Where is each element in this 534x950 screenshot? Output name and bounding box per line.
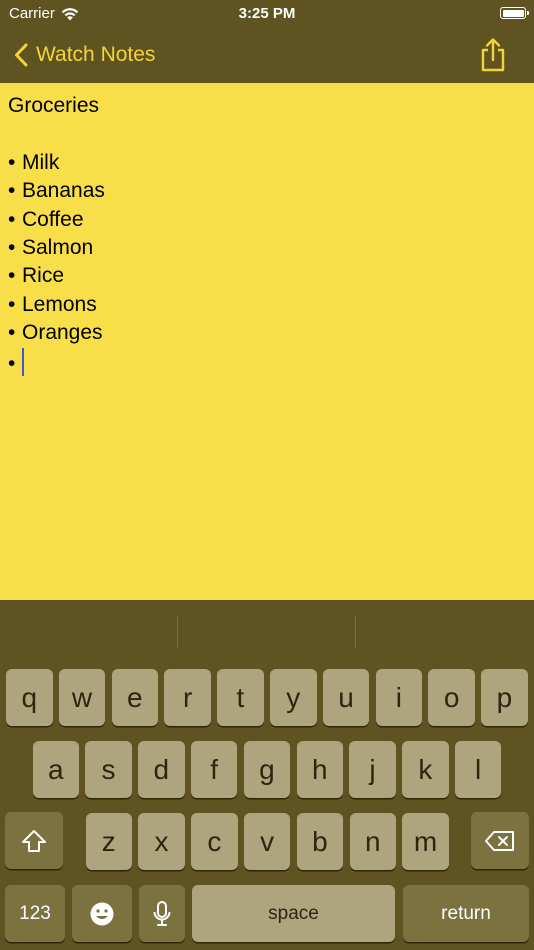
note-title: Groceries (8, 94, 100, 117)
note-list-item-text: Salmon (22, 235, 94, 259)
bullet: • (8, 292, 16, 316)
delete-icon (485, 830, 514, 851)
key-g[interactable]: g (243, 741, 291, 798)
suggestion-divider (355, 616, 356, 648)
note-editor[interactable]: Groceries • Milk • Bananas • Coffee • Salmon • Ri… (0, 83, 534, 600)
note-list-item: • Rice (8, 262, 526, 290)
bullet: • (8, 264, 16, 288)
numbers-key[interactable]: 123 (5, 885, 65, 942)
key-m[interactable]: m (402, 813, 449, 870)
chevron-left-icon (15, 43, 28, 67)
key-u[interactable]: u (322, 669, 370, 726)
key-q[interactable]: q (6, 669, 53, 726)
status-time: 3:25 PM (238, 5, 296, 22)
note-list-item-text: Lemons (22, 292, 97, 316)
battery-icon (500, 7, 529, 19)
note-list-item: • Salmon (8, 234, 526, 262)
note-list-item-text: Rice (22, 264, 65, 288)
key-y[interactable]: y (270, 669, 317, 726)
wifi-icon (61, 7, 79, 20)
return-key[interactable]: return (403, 885, 529, 942)
suggestion-divider (177, 616, 178, 648)
note-empty-bullet-line: • (8, 347, 526, 376)
bullet: • (8, 351, 16, 375)
key-r[interactable]: r (164, 669, 211, 726)
key-d[interactable]: d (138, 741, 185, 798)
note-list-item-text: Milk (22, 150, 60, 174)
key-f[interactable]: f (190, 741, 238, 798)
key-a[interactable]: a (32, 741, 79, 798)
key-t[interactable]: t (217, 669, 264, 726)
text-cursor (22, 347, 24, 376)
note-list-item: • Lemons (8, 291, 526, 319)
bullet: • (8, 207, 16, 231)
key-x[interactable]: x (138, 813, 185, 870)
key-c[interactable]: c (191, 813, 238, 870)
note-list-item: • Milk (8, 149, 526, 177)
key-s[interactable]: s (85, 741, 132, 798)
microphone-icon (153, 900, 171, 926)
key-w[interactable]: w (58, 669, 106, 726)
carrier-indicator: Carrier (9, 5, 79, 22)
note-list-item: • Coffee (8, 206, 526, 234)
share-button[interactable] (478, 37, 508, 73)
microphone-key[interactable] (139, 885, 185, 942)
key-z[interactable]: z (85, 813, 132, 870)
bullet: • (8, 150, 16, 174)
suggestion-bar (0, 600, 534, 664)
navigation-bar: Watch Notes (0, 28, 534, 83)
note-list-item: • Oranges (8, 319, 526, 347)
emoji-icon (90, 902, 114, 925)
shift-key[interactable] (5, 812, 63, 869)
space-key[interactable]: space (192, 885, 395, 942)
key-j[interactable]: j (349, 741, 396, 798)
key-p[interactable]: p (481, 669, 528, 726)
back-button[interactable]: Watch Notes (14, 38, 155, 72)
bullet: • (8, 321, 16, 345)
note-list-item-text: Coffee (22, 207, 84, 231)
emoji-key[interactable] (72, 885, 132, 942)
key-l[interactable]: l (454, 741, 502, 798)
bullet: • (8, 179, 16, 203)
note-list-item: • Bananas (8, 177, 526, 205)
key-b[interactable]: b (296, 813, 344, 870)
back-button-label: Watch Notes (36, 43, 156, 66)
status-bar: Carrier 3:25 PM (0, 0, 534, 28)
bullet: • (8, 235, 16, 259)
carrier-label: Carrier (9, 5, 55, 22)
key-k[interactable]: k (402, 741, 449, 798)
key-n[interactable]: n (349, 813, 396, 870)
key-v[interactable]: v (243, 813, 291, 870)
shift-icon (22, 829, 46, 852)
key-h[interactable]: h (296, 741, 343, 798)
note-items: • Milk • Bananas • Coffee • Salmon • Rice • Lemons •… (8, 149, 526, 348)
battery-fill (502, 9, 524, 17)
delete-key[interactable] (471, 812, 529, 869)
note-blank-line (8, 120, 526, 148)
key-o[interactable]: o (428, 669, 475, 726)
note-list-item-text: Bananas (22, 179, 105, 203)
share-icon (481, 38, 505, 72)
note-list-item-text: Oranges (22, 321, 103, 345)
key-e[interactable]: e (111, 669, 159, 726)
key-i[interactable]: i (375, 669, 423, 726)
keyboard: qwertyuiop asdfghjkl zxcvbnm 123 space r… (0, 600, 534, 950)
